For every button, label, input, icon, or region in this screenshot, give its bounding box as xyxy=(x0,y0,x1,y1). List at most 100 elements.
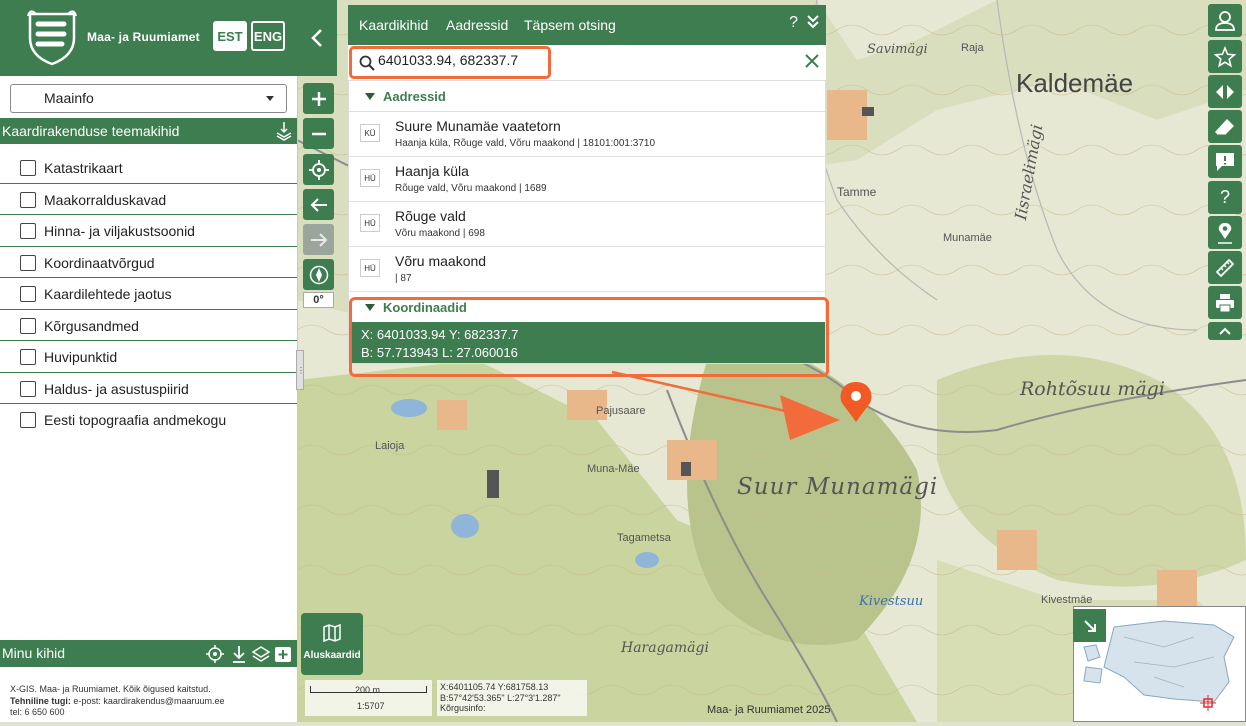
ruler-icon xyxy=(1215,258,1235,277)
zoom-out-button[interactable] xyxy=(303,118,334,149)
map-pin-icon xyxy=(1218,222,1232,244)
tab-kaardikihid[interactable]: Kaardikihid xyxy=(359,17,428,33)
checkbox[interactable] xyxy=(20,349,36,365)
checkbox[interactable] xyxy=(20,191,36,208)
result-type-badge: HÜ xyxy=(360,259,380,277)
scale-bar: 200 m 1:5707 xyxy=(305,680,432,716)
eraser-icon xyxy=(1215,118,1234,135)
plus-icon xyxy=(311,91,326,106)
layer-item-haldus-asustus[interactable]: Haldus- ja asustuspiirid xyxy=(0,373,297,404)
result-title: Võru maakond xyxy=(395,253,487,269)
panel-resize-handle[interactable]: ⋮ xyxy=(296,350,305,390)
help-icon: ? xyxy=(1219,187,1230,207)
checkbox[interactable] xyxy=(20,317,36,334)
checkbox[interactable] xyxy=(20,380,36,397)
checkbox[interactable] xyxy=(20,160,36,176)
star-icon xyxy=(1214,45,1236,68)
layer-item-huvipunktid[interactable]: Huvipunktid xyxy=(0,341,297,373)
maainfo-select[interactable]: Maainfo xyxy=(10,84,287,113)
layer-label: Kõrgusandmed xyxy=(44,317,139,334)
layer-item-kaardilehtede-jaotus[interactable]: Kaardilehtede jaotus xyxy=(0,278,297,310)
layer-item-koordinaatvorgud[interactable]: Koordinaatvõrgud xyxy=(0,247,297,278)
annotation-arrowhead xyxy=(780,395,840,440)
tab-aadressid[interactable]: Aadressid xyxy=(446,17,508,33)
basemaps-button[interactable]: Aluskaardid xyxy=(301,613,363,675)
footer: X-GIS. Maa- ja Ruumiamet. Kõik õigused k… xyxy=(10,684,225,719)
result-subtitle: Haanja küla, Rõuge vald, Võru maakond | … xyxy=(395,138,656,149)
maainfo-selected: Maainfo xyxy=(44,90,94,106)
checkbox[interactable] xyxy=(20,223,36,239)
target-icon xyxy=(308,159,329,180)
arrow-down-right-icon xyxy=(1083,619,1096,632)
crosshair-icon[interactable] xyxy=(205,644,225,664)
themes-header: Kaardirakenduse teemakihid xyxy=(0,118,297,144)
annotation-line xyxy=(611,370,791,414)
cursor-height: Kõrgusinfo: xyxy=(440,703,486,713)
layer-item-korgusandmed[interactable]: Kõrgusandmed xyxy=(0,310,297,341)
lang-est-button[interactable]: EST xyxy=(213,21,247,51)
result-type-badge: KÜ xyxy=(360,124,380,142)
my-layers-header: Minu kihid xyxy=(0,640,297,667)
result-item[interactable]: HÜ Rõuge vald Võru maakond | 698 xyxy=(349,202,825,247)
eraser-button[interactable] xyxy=(1208,110,1242,143)
layer-label: Maakorralduskavad xyxy=(44,191,167,208)
print-button[interactable] xyxy=(1208,286,1242,319)
addresses-section-header[interactable]: Aadressid xyxy=(349,81,825,112)
result-item[interactable]: HÜ Haanja küla Rõuge vald, Võru maakond … xyxy=(349,157,825,202)
theme-layer-list: Katastrikaart Maakorralduskavad Hinna- j… xyxy=(0,152,297,435)
previous-view-button[interactable] xyxy=(303,189,334,220)
compare-button[interactable] xyxy=(1208,75,1242,108)
lang-eng-button[interactable]: ENG xyxy=(251,21,285,51)
coat-of-arms-logo[interactable] xyxy=(26,10,78,66)
minus-icon xyxy=(311,132,326,135)
chevron-up-icon xyxy=(1219,327,1231,335)
toolbar-collapse-button[interactable] xyxy=(1208,322,1242,340)
checkbox[interactable] xyxy=(20,412,36,428)
chevron-left-icon xyxy=(311,29,322,47)
layer-item-katastrikaart[interactable]: Katastrikaart xyxy=(0,152,297,184)
user-button[interactable] xyxy=(1208,4,1242,37)
result-subtitle: Võru maakond | 698 xyxy=(395,228,485,239)
next-view-button[interactable] xyxy=(303,224,334,255)
result-type-badge: HÜ xyxy=(360,169,380,187)
result-item[interactable]: KÜ Suure Munamäe vaatetorn Haanja küla, … xyxy=(349,112,825,157)
add-layer-icon[interactable] xyxy=(273,644,293,664)
download-icon[interactable] xyxy=(229,644,249,664)
search-input-highlight xyxy=(349,46,551,79)
checkbox[interactable] xyxy=(20,254,36,271)
compass-button[interactable] xyxy=(303,259,334,290)
layer-label: Haldus- ja asustuspiirid xyxy=(44,380,189,397)
footer-copyright: X-GIS. Maa- ja Ruumiamet. Kõik õigused k… xyxy=(10,684,211,694)
zoom-in-button[interactable] xyxy=(303,83,334,114)
arrow-left-icon xyxy=(310,197,327,212)
cursor-bl: B:57°42'53.365" L:27°3'1.287" xyxy=(440,692,561,703)
collapse-panel-button[interactable] xyxy=(297,0,337,76)
checkbox[interactable] xyxy=(20,286,36,302)
layer-item-topograafia[interactable]: Eesti topograafia andmekogu xyxy=(0,404,297,435)
tab-tapsem-otsing[interactable]: Täpsem otsing xyxy=(524,17,616,33)
measure-button[interactable] xyxy=(1208,251,1242,284)
layers-icon[interactable] xyxy=(251,644,271,664)
help-button[interactable]: ? xyxy=(1208,181,1242,214)
result-title: Rõuge vald xyxy=(395,208,466,224)
brand-name: Maa- ja Ruumiamet xyxy=(87,30,200,44)
overview-toggle-button[interactable] xyxy=(1073,609,1106,642)
layer-label: Katastrikaart xyxy=(44,160,123,176)
map-icon xyxy=(323,623,341,643)
layer-item-maakorralduskavad[interactable]: Maakorralduskavad xyxy=(0,184,297,215)
feedback-button[interactable] xyxy=(1208,145,1242,178)
layer-item-hinna-viljakus[interactable]: Hinna- ja viljakustsoonid xyxy=(0,215,297,247)
locate-button[interactable] xyxy=(303,154,334,185)
close-icon[interactable] xyxy=(805,54,819,68)
location-marker-icon xyxy=(840,382,872,422)
place-marker-button[interactable] xyxy=(1208,216,1242,249)
split-arrows-icon xyxy=(1216,84,1234,99)
comment-alert-icon xyxy=(1216,152,1234,171)
layers-download-icon[interactable] xyxy=(275,121,293,141)
search-help-icon[interactable]: ? xyxy=(789,14,798,32)
result-item[interactable]: HÜ Võru maakond | 87 xyxy=(349,247,825,292)
app-header: Maa- ja Ruumiamet EST ENG xyxy=(0,0,297,76)
favorites-button[interactable] xyxy=(1208,40,1242,73)
footer-support-email[interactable]: e-post: kaardirakendus@maaruum.ee xyxy=(73,696,224,706)
double-chevron-down-icon[interactable] xyxy=(806,14,820,30)
